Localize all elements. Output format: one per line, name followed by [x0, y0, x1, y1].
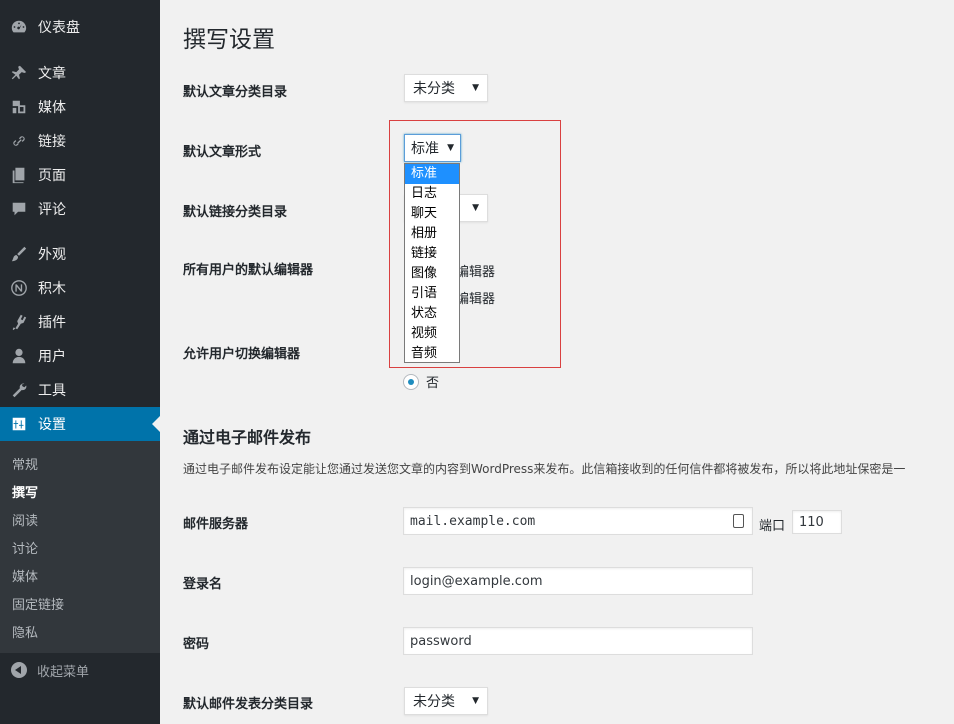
menu-label: 设置 — [38, 417, 66, 433]
menu-label: 页面 — [38, 168, 66, 184]
menu-label: 评论 — [38, 202, 66, 218]
submenu-privacy[interactable]: 隐私 — [12, 622, 38, 641]
submenu-permalinks[interactable]: 固定链接 — [12, 594, 64, 613]
select-value: 未分类 — [413, 81, 455, 97]
menu-item-dashboard[interactable]: 仪表盘 — [0, 10, 160, 44]
menu-item-links[interactable]: 链接 — [0, 124, 160, 158]
page-icon — [9, 165, 29, 185]
mail-category-select[interactable]: 未分类 ▼ — [404, 687, 488, 715]
menu-label: 媒体 — [38, 100, 66, 116]
menu-label: 仪表盘 — [38, 20, 80, 36]
menu-label: 外观 — [38, 247, 66, 263]
menu-item-users[interactable]: 用户 — [0, 339, 160, 373]
radio-label: 否 — [426, 376, 440, 391]
mail-server-value: mail.example.com — [410, 513, 536, 529]
submenu-reading[interactable]: 阅读 — [12, 510, 38, 529]
menu-item-pages[interactable]: 页面 — [0, 158, 160, 192]
mail-server-label: 邮件服务器 — [183, 517, 249, 532]
page-title: 撰写设置 — [183, 27, 275, 53]
collapse-menu-button[interactable]: 收起菜单 — [0, 653, 160, 687]
menu-item-plugins[interactable]: 插件 — [0, 305, 160, 339]
default-editor-label: 所有用户的默认编辑器 — [183, 263, 314, 278]
email-section-title: 通过电子邮件发布 — [183, 428, 312, 447]
radio-button[interactable] — [403, 373, 419, 390]
admin-sidebar: 仪表盘 文章 媒体 链接 页面 评论 外观 积木 插件 用户 工具 设置 常规 … — [0, 0, 160, 724]
collapse-icon — [11, 662, 27, 678]
menu-item-settings[interactable]: 设置 — [0, 407, 160, 441]
password-value: password — [410, 633, 472, 649]
plugin-icon — [9, 312, 29, 332]
submenu-general[interactable]: 常规 — [12, 454, 38, 473]
format-option[interactable]: 聊天 — [405, 204, 459, 224]
allow-switch-no-option[interactable]: 否 — [403, 372, 439, 391]
default-format-label: 默认文章形式 — [183, 145, 262, 160]
login-label: 登录名 — [183, 577, 223, 592]
menu-label: 工具 — [38, 383, 66, 399]
submenu-writing[interactable]: 撰写 — [12, 482, 38, 501]
menu-label: 链接 — [38, 134, 66, 150]
default-category-select[interactable]: 未分类 ▼ — [404, 74, 488, 102]
format-option[interactable]: 标准 — [405, 164, 459, 184]
menu-label: 积木 — [38, 281, 66, 297]
submenu-media[interactable]: 媒体 — [12, 566, 38, 585]
media-icon — [9, 97, 29, 117]
menu-label: 插件 — [38, 315, 66, 331]
menu-item-appearance[interactable]: 外观 — [0, 237, 160, 271]
port-label: 端口 — [759, 519, 786, 534]
submenu-discussion[interactable]: 讨论 — [12, 538, 38, 557]
format-option[interactable]: 图像 — [405, 264, 459, 284]
brush-icon — [9, 244, 29, 264]
comment-icon — [9, 199, 29, 219]
password-input[interactable]: password — [403, 627, 753, 655]
format-option[interactable]: 音频 — [405, 344, 459, 364]
port-input[interactable]: 110 — [792, 510, 842, 534]
dashboard-icon — [9, 17, 29, 37]
menu-label: 文章 — [38, 66, 66, 82]
menu-item-posts[interactable]: 文章 — [0, 56, 160, 90]
link-icon — [9, 131, 29, 151]
blocks-icon — [9, 278, 29, 298]
select-value: 未分类 — [413, 694, 455, 710]
allow-switch-label: 允许用户切换编辑器 — [183, 347, 301, 362]
format-option[interactable]: 视频 — [405, 324, 459, 344]
menu-label: 用户 — [38, 349, 66, 365]
default-link-category-label: 默认链接分类目录 — [183, 205, 288, 220]
settings-icon — [9, 414, 29, 434]
login-value: login@example.com — [410, 573, 543, 589]
user-icon — [9, 346, 29, 366]
contact-card-icon[interactable] — [733, 514, 744, 528]
settings-submenu: 常规 撰写 阅读 讨论 媒体 固定链接 隐私 — [0, 441, 160, 653]
format-option[interactable]: 状态 — [405, 304, 459, 324]
login-input[interactable]: login@example.com — [403, 567, 753, 595]
menu-item-tools[interactable]: 工具 — [0, 373, 160, 407]
menu-item-comments[interactable]: 评论 — [0, 192, 160, 226]
default-category-label: 默认文章分类目录 — [183, 85, 288, 100]
email-section-description: 通过电子邮件发布设定能让您通过发送您文章的内容到WordPress来发布。此信箱… — [183, 462, 906, 476]
port-value: 110 — [799, 514, 824, 530]
mail-category-label: 默认邮件发表分类目录 — [183, 697, 314, 712]
pin-icon — [9, 63, 29, 83]
chevron-down-icon: ▼ — [472, 696, 479, 706]
chevron-down-icon: ▼ — [472, 83, 479, 93]
collapse-label: 收起菜单 — [37, 664, 90, 680]
wrench-icon — [9, 380, 29, 400]
format-option[interactable]: 链接 — [405, 244, 459, 264]
menu-item-blocks[interactable]: 积木 — [0, 271, 160, 305]
mail-server-input[interactable]: mail.example.com — [403, 507, 753, 535]
menu-item-media[interactable]: 媒体 — [0, 90, 160, 124]
password-label: 密码 — [183, 637, 210, 652]
format-dropdown-list[interactable]: 标准 日志 聊天 相册 链接 图像 引语 状态 视频 音频 — [404, 163, 460, 363]
format-option[interactable]: 引语 — [405, 284, 459, 304]
format-option[interactable]: 日志 — [405, 184, 459, 204]
format-option[interactable]: 相册 — [405, 224, 459, 244]
